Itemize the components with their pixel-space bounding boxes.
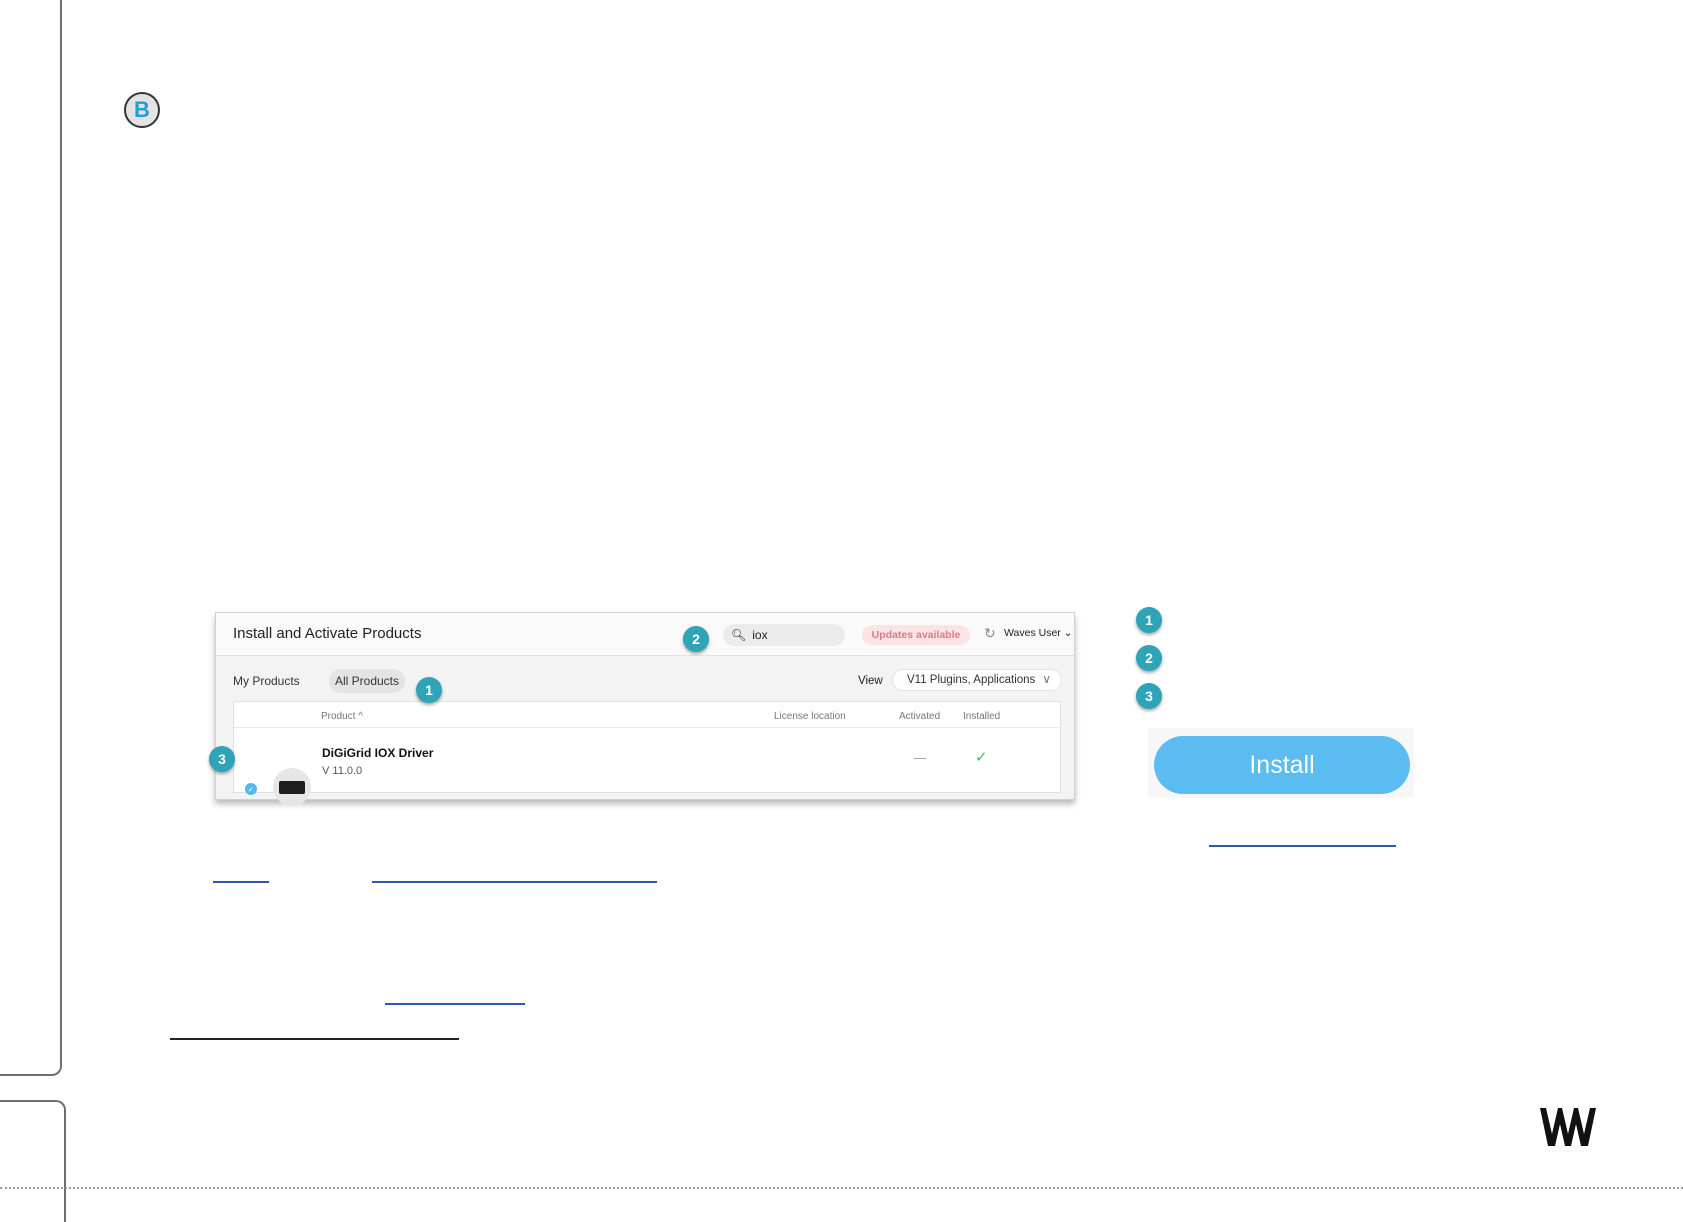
install-activate-panel: Install and Activate Products 🔍︎ iox Upd… xyxy=(215,612,1075,806)
user-menu-label: Waves User xyxy=(1004,627,1061,639)
legend-callout-3: 3 xyxy=(1136,683,1162,709)
search-input[interactable]: 🔍︎ iox xyxy=(723,624,845,646)
callout-1: 1 xyxy=(416,677,442,703)
install-button[interactable]: Install xyxy=(1154,736,1410,794)
footnote-rule xyxy=(170,1038,459,1040)
column-header-installed[interactable]: Installed xyxy=(963,711,1000,722)
selected-check-icon[interactable]: ✓ xyxy=(245,783,257,795)
page-divider xyxy=(0,1187,1683,1189)
view-select-value: V11 Plugins, Applications xyxy=(907,674,1036,686)
table-row[interactable]: ✓ DiGiGrid IOX Driver V 11.0.0 ✓ xyxy=(234,728,1060,806)
search-icon: 🔍︎ xyxy=(731,628,747,642)
callout-2: 2 xyxy=(683,626,709,652)
panel-title: Install and Activate Products xyxy=(233,625,422,642)
callout-3: 3 xyxy=(209,746,235,772)
legend-callout-1: 1 xyxy=(1136,607,1162,633)
tab-my-products[interactable]: My Products xyxy=(224,669,309,693)
link-underline[interactable] xyxy=(1209,845,1396,847)
activated-status xyxy=(914,758,926,759)
column-header-activated[interactable]: Activated xyxy=(899,711,940,722)
link-underline[interactable] xyxy=(385,1003,525,1005)
legend-callout-2: 2 xyxy=(1136,645,1162,671)
products-table: Product ^ License location Activated Ins… xyxy=(233,701,1061,806)
section-badge: B xyxy=(124,92,160,128)
product-version: V 11.0.0 xyxy=(322,765,363,777)
page-frame-bottom xyxy=(0,1100,66,1222)
search-value: iox xyxy=(752,628,768,642)
view-select[interactable]: V11 Plugins, Applications ∨ xyxy=(892,669,1062,691)
chevron-down-icon: ∨ xyxy=(1042,672,1051,686)
tab-all-products[interactable]: All Products xyxy=(329,669,405,693)
panel-header: Install and Activate Products 🔍︎ iox Upd… xyxy=(216,613,1074,656)
link-underline[interactable] xyxy=(213,881,269,883)
column-header-product[interactable]: Product ^ xyxy=(321,711,363,722)
refresh-icon[interactable]: ↻ xyxy=(984,625,996,642)
user-menu[interactable]: Waves User ⌄ xyxy=(1004,627,1073,639)
updates-available-button[interactable]: Updates available xyxy=(862,625,970,645)
installed-check-icon: ✓ xyxy=(975,749,988,766)
product-name: DiGiGrid IOX Driver xyxy=(322,746,434,760)
waves-logo-icon xyxy=(1540,1108,1596,1146)
view-label: View xyxy=(858,675,883,687)
column-header-license-location[interactable]: License location xyxy=(774,711,846,722)
chevron-down-icon: ⌄ xyxy=(1060,627,1073,639)
product-image xyxy=(273,768,311,806)
link-underline[interactable] xyxy=(372,881,657,883)
page-frame-top xyxy=(0,0,62,1076)
